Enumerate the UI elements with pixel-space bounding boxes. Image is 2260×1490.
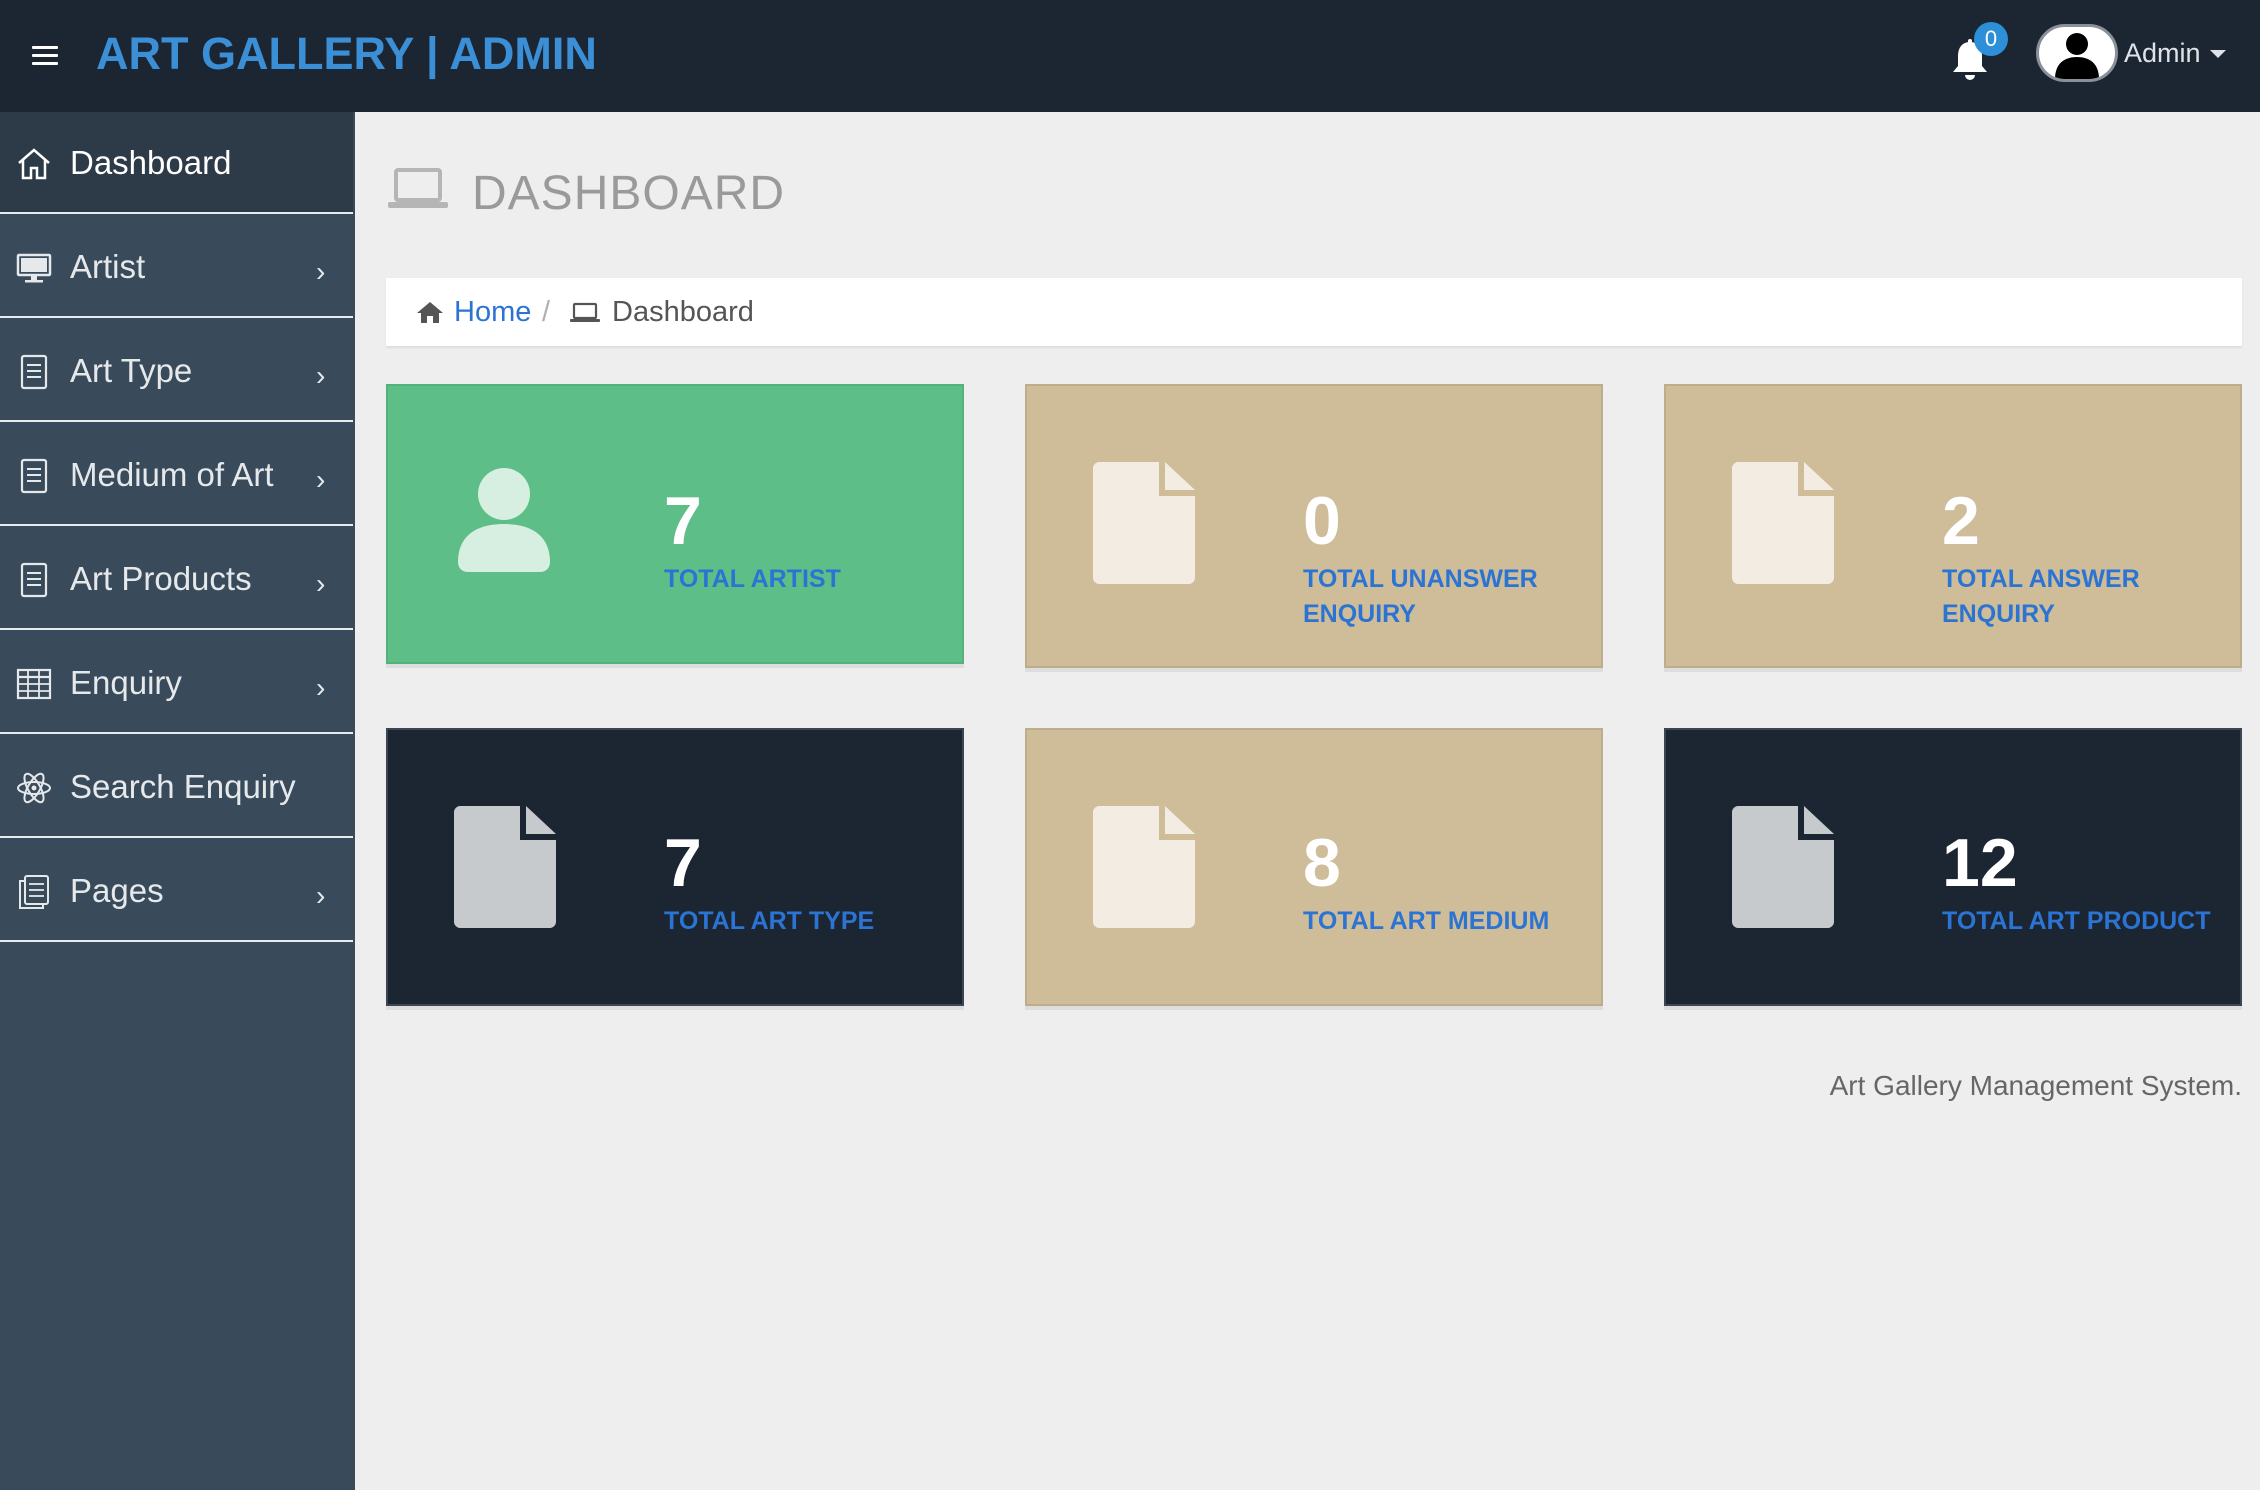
home-icon	[417, 302, 443, 323]
user-icon	[458, 468, 550, 572]
document-icon	[20, 354, 48, 390]
sidebar-item-dashboard[interactable]: Dashboard	[0, 112, 353, 214]
user-avatar-icon	[2055, 33, 2099, 79]
user-name[interactable]: Admin	[2124, 38, 2201, 69]
chevron-right-icon: ›	[316, 256, 326, 287]
file-icon	[1093, 462, 1195, 584]
sidebar-item-label: Art Products	[70, 560, 252, 597]
sidebar-item-medium-of-art[interactable]: Medium of Art ›	[0, 424, 353, 526]
stat-card-total-unanswer-enquiry[interactable]: 0 TOTAL UNANSWER ENQUIRY	[1025, 384, 1603, 668]
document-icon	[20, 458, 48, 494]
stat-card-total-art-type[interactable]: 7 TOTAL ART TYPE	[386, 728, 964, 1006]
monitor-icon	[16, 253, 52, 283]
file-icon	[1093, 806, 1195, 928]
laptop-icon	[388, 168, 448, 208]
stat-value: 7	[664, 825, 702, 901]
stat-label: TOTAL UNANSWER ENQUIRY	[1303, 565, 1538, 628]
laptop-icon	[570, 302, 600, 322]
sidebar-item-label: Medium of Art	[70, 456, 274, 493]
stat-label: TOTAL ANSWER ENQUIRY	[1942, 565, 2140, 628]
stat-card-total-art-medium[interactable]: 8 TOTAL ART MEDIUM	[1025, 728, 1603, 1006]
page-title: DASHBOARD	[472, 167, 786, 220]
chevron-right-icon: ›	[316, 360, 326, 391]
stat-card-total-art-product[interactable]: 12 TOTAL ART PRODUCT	[1664, 728, 2242, 1006]
top-navbar: ART GALLERY | ADMIN 0 Admin	[0, 0, 2260, 112]
stat-value: 2	[1942, 483, 1980, 559]
stat-value: 12	[1942, 825, 2018, 901]
file-icon	[454, 806, 556, 928]
file-icon	[1732, 462, 1834, 584]
sidebar-item-label: Enquiry	[70, 664, 182, 701]
footer-text: Art Gallery Management System.	[1829, 1070, 2242, 1101]
sidebar-item-label: Search Enquiry	[70, 768, 296, 805]
chevron-right-icon: ›	[316, 464, 326, 495]
stat-card-total-answer-enquiry[interactable]: 2 TOTAL ANSWER ENQUIRY	[1664, 384, 2242, 668]
sidebar-item-label: Artist	[70, 248, 146, 285]
stat-label: TOTAL ART TYPE	[664, 907, 875, 935]
stat-value: 8	[1303, 825, 1341, 901]
sidebar-item-search-enquiry[interactable]: Search Enquiry	[0, 736, 353, 838]
sidebar: Dashboard Artist › Art Type › Medium of …	[0, 112, 355, 1490]
stat-value: 0	[1303, 483, 1341, 559]
notification-badge[interactable]: 0	[1974, 22, 2008, 56]
table-icon	[16, 668, 52, 700]
caret-down-icon[interactable]	[2210, 50, 2226, 58]
sidebar-item-art-products[interactable]: Art Products ›	[0, 528, 353, 630]
breadcrumb: Home / Dashboard	[386, 278, 2242, 346]
breadcrumb-current: Dashboard	[612, 296, 754, 328]
breadcrumb-home-link[interactable]: Home	[454, 296, 531, 329]
atom-icon	[17, 772, 51, 804]
file-icon	[1732, 806, 1834, 928]
app-brand[interactable]: ART GALLERY | ADMIN	[96, 28, 597, 80]
stat-label: TOTAL ART PRODUCT	[1942, 907, 2211, 935]
sidebar-item-enquiry[interactable]: Enquiry ›	[0, 632, 353, 734]
stat-value: 7	[664, 483, 702, 559]
sidebar-item-label: Dashboard	[70, 144, 232, 181]
sidebar-item-label: Art Type	[70, 352, 193, 389]
chevron-right-icon: ›	[316, 880, 326, 911]
sidebar-item-artist[interactable]: Artist ›	[0, 216, 353, 318]
stat-label: TOTAL ART MEDIUM	[1303, 907, 1550, 935]
avatar[interactable]	[2036, 24, 2118, 82]
sidebar-item-art-type[interactable]: Art Type ›	[0, 320, 353, 422]
sidebar-item-pages[interactable]: Pages ›	[0, 840, 353, 942]
pages-icon	[19, 875, 49, 909]
sidebar-item-label: Pages	[70, 872, 164, 909]
breadcrumb-separator: /	[542, 296, 551, 328]
chevron-right-icon: ›	[316, 568, 326, 599]
menu-toggle-icon[interactable]	[32, 46, 58, 68]
stat-card-total-artist[interactable]: 7 TOTAL ARTIST	[386, 384, 964, 664]
stat-label: TOTAL ARTIST	[664, 565, 841, 593]
home-icon	[18, 148, 50, 180]
document-icon	[20, 562, 48, 598]
chevron-right-icon: ›	[316, 672, 326, 703]
